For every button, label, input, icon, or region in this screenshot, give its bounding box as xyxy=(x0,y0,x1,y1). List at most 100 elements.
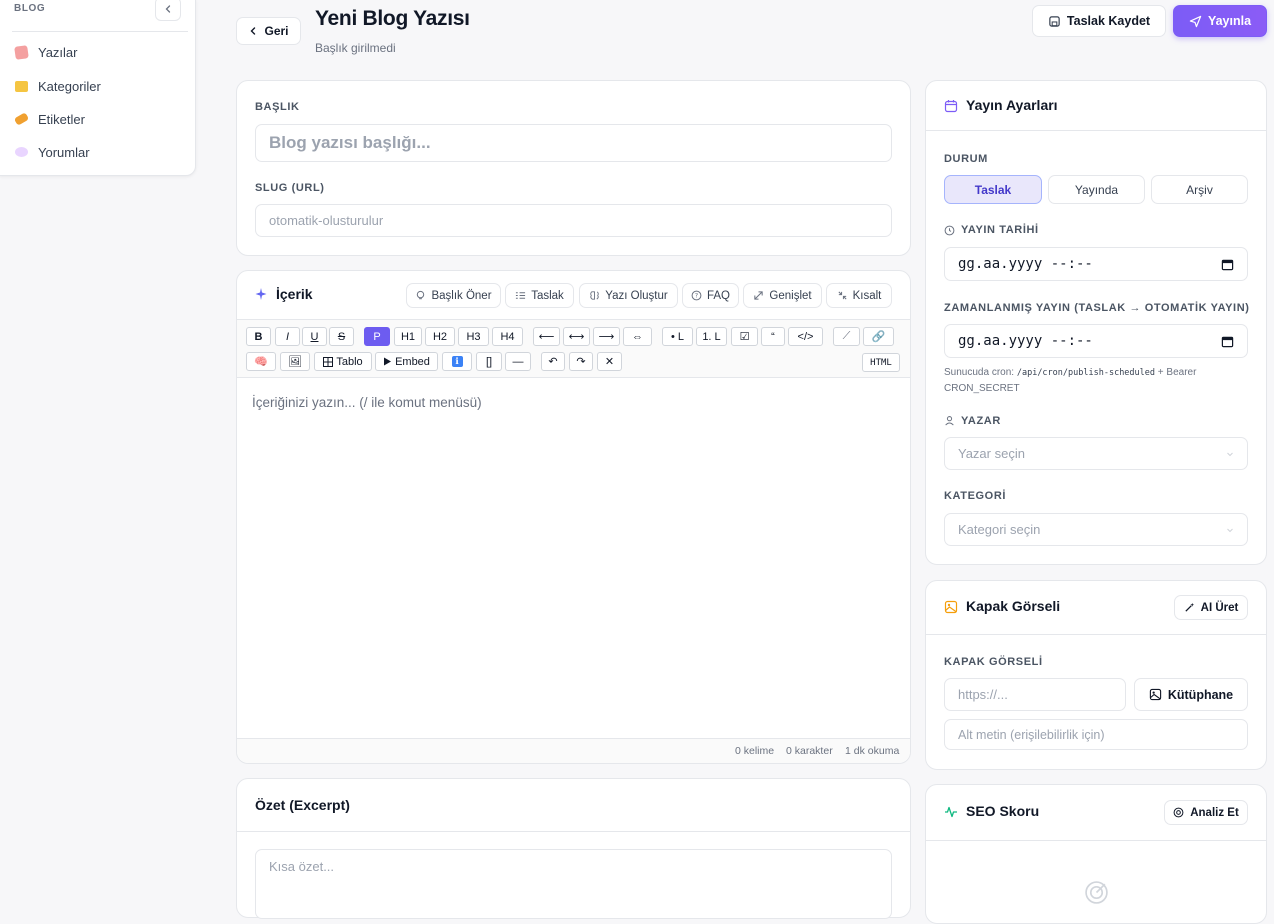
sidebar-item-categories[interactable]: Kategoriler xyxy=(15,73,101,99)
clock-icon xyxy=(944,225,955,236)
expand-icon xyxy=(753,290,764,301)
image-icon xyxy=(944,600,958,614)
tag-icon xyxy=(13,112,30,126)
svg-text:?: ? xyxy=(695,292,698,300)
calendar-picker-icon[interactable] xyxy=(1221,258,1234,271)
paragraph-button[interactable]: P xyxy=(364,327,390,346)
save-draft-button[interactable]: Taslak Kaydet xyxy=(1032,5,1166,37)
info-button[interactable]: ℹ xyxy=(442,352,472,371)
sidebar-item-label: Yazılar xyxy=(38,44,78,60)
magic-wand-icon xyxy=(1184,602,1195,613)
faq-button[interactable]: ? FAQ xyxy=(682,283,739,308)
sidebar-item-tags[interactable]: Etiketler xyxy=(13,106,85,132)
calendar-picker-icon[interactable] xyxy=(1221,335,1234,348)
sidebar-item-comments[interactable]: Yorumlar xyxy=(15,139,90,165)
sparkles-icon xyxy=(254,287,268,301)
publish-date-label: YAYIN TARİHİ xyxy=(961,224,1039,236)
excerpt-divider xyxy=(237,831,910,832)
ai-button-label: FAQ xyxy=(706,289,730,302)
cover-divider xyxy=(926,634,1266,635)
h1-button[interactable]: H1 xyxy=(394,327,422,346)
cover-field-label: KAPAK GÖRSELİ xyxy=(944,656,1043,668)
seo-heading: SEO Skoru xyxy=(966,803,1040,819)
seo-divider xyxy=(926,840,1266,841)
target-placeholder-icon xyxy=(1084,880,1109,905)
author-select[interactable]: Yazar seçin xyxy=(944,437,1248,470)
save-icon xyxy=(1048,15,1061,28)
back-button[interactable]: Geri xyxy=(236,17,301,45)
chevron-left-icon xyxy=(163,4,173,14)
draft-ai-button[interactable]: Taslak xyxy=(505,283,574,308)
italic-button[interactable]: I xyxy=(275,327,300,346)
excerpt-card: Özet (Excerpt) Kısa özet... xyxy=(236,778,911,919)
shrink-icon xyxy=(837,290,848,301)
suggest-title-button[interactable]: Başlık Öner xyxy=(406,283,501,308)
ai-button-label: Genişlet xyxy=(769,289,812,302)
scheduled-date-input[interactable]: gg.aa.yyyy --:-- xyxy=(944,324,1248,358)
publish-settings-heading: Yayın Ayarları xyxy=(966,97,1058,113)
author-label: YAZAR xyxy=(961,415,1001,427)
shorten-button[interactable]: Kısalt xyxy=(826,283,892,308)
sidebar-item-posts[interactable]: Yazılar xyxy=(14,39,78,65)
table-label: Tablo xyxy=(336,355,363,368)
category-label: KATEGORİ xyxy=(944,490,1007,502)
status-archive-button[interactable]: Arşiv xyxy=(1151,175,1248,204)
strike-button[interactable]: S xyxy=(329,327,354,346)
checklist-button[interactable]: ☑ xyxy=(731,327,758,346)
table-button[interactable]: Tablo xyxy=(314,352,372,371)
publish-button[interactable]: Yayınla xyxy=(1173,5,1267,37)
sidebar-section-label: BLOG xyxy=(14,3,46,14)
clear-format-button[interactable]: ✕ xyxy=(597,352,622,371)
slug-input[interactable]: otomatik-olusturulur xyxy=(255,204,892,237)
divider-button[interactable]: — xyxy=(505,352,531,371)
write-post-button[interactable]: Yazı Oluştur xyxy=(579,283,678,308)
sidebar-collapse-button[interactable] xyxy=(155,0,181,21)
title-input[interactable]: Blog yazısı başlığı... xyxy=(255,124,892,162)
ai-button-label: Başlık Öner xyxy=(431,289,492,302)
library-label: Kütüphane xyxy=(1167,687,1234,702)
align-justify-button[interactable]: ⇔ xyxy=(623,327,652,346)
undo-button[interactable]: ↶ xyxy=(541,352,565,371)
align-left-button[interactable]: ⟵ xyxy=(533,327,560,346)
expand-button[interactable]: Genişlet xyxy=(743,283,822,308)
image-icon xyxy=(1149,688,1162,701)
link-button[interactable]: 🔗 xyxy=(863,327,894,346)
underline-button[interactable]: U xyxy=(302,327,327,346)
h4-button[interactable]: H4 xyxy=(492,327,523,346)
excerpt-textarea[interactable]: Kısa özet... xyxy=(255,849,892,919)
ordered-list-button[interactable]: 1. L xyxy=(696,327,727,346)
status-published-button[interactable]: Yayında xyxy=(1048,175,1145,204)
cron-path: /api/cron/publish-scheduled xyxy=(1016,368,1156,378)
publish-label: Yayınla xyxy=(1207,14,1252,28)
html-mode-button[interactable]: HTML xyxy=(862,353,900,372)
status-draft-button[interactable]: Taslak xyxy=(944,175,1042,204)
folder-icon xyxy=(15,80,28,92)
code-button[interactable]: </> xyxy=(788,327,823,346)
bold-button[interactable]: B xyxy=(246,327,271,346)
bullet-list-button[interactable]: • L xyxy=(662,327,693,346)
align-center-button[interactable]: ⟷ xyxy=(563,327,590,346)
analyze-button[interactable]: Analiz Et xyxy=(1164,800,1248,825)
align-right-button[interactable]: ⟶ xyxy=(593,327,620,346)
category-select[interactable]: Kategori seçin xyxy=(944,513,1248,546)
image-button[interactable]: 🖼 xyxy=(280,352,310,371)
ai-button-label: Taslak xyxy=(531,289,564,302)
cover-alt-input[interactable]: Alt metin (erişilebilirlik için) xyxy=(944,719,1248,750)
redo-button[interactable]: ↷ xyxy=(569,352,593,371)
ai-button-label: Yazı Oluştur xyxy=(605,289,668,302)
slug-label: SLUG (URL) xyxy=(255,182,325,194)
ai-generate-button[interactable]: AI Üret xyxy=(1174,595,1248,620)
brackets-button[interactable]: [] xyxy=(476,352,502,371)
title-card: BAŞLIK Blog yazısı başlığı... SLUG (URL)… xyxy=(236,80,911,256)
h2-button[interactable]: H2 xyxy=(425,327,455,346)
quote-button[interactable]: “ xyxy=(761,327,785,346)
h3-button[interactable]: H3 xyxy=(458,327,489,346)
publish-date-input[interactable]: gg.aa.yyyy --:-- xyxy=(944,247,1248,281)
highlighter-button[interactable]: ⟋ xyxy=(833,327,860,346)
embed-button[interactable]: Embed xyxy=(375,352,438,371)
ai-brain-button[interactable]: 🧠 xyxy=(246,352,276,371)
chevron-down-icon xyxy=(1226,526,1234,534)
library-button[interactable]: Kütüphane xyxy=(1134,678,1248,711)
cover-url-input[interactable]: https://... xyxy=(944,678,1126,711)
editor-area[interactable]: İçeriğinizi yazın... (/ ile komut menüsü… xyxy=(252,395,482,410)
